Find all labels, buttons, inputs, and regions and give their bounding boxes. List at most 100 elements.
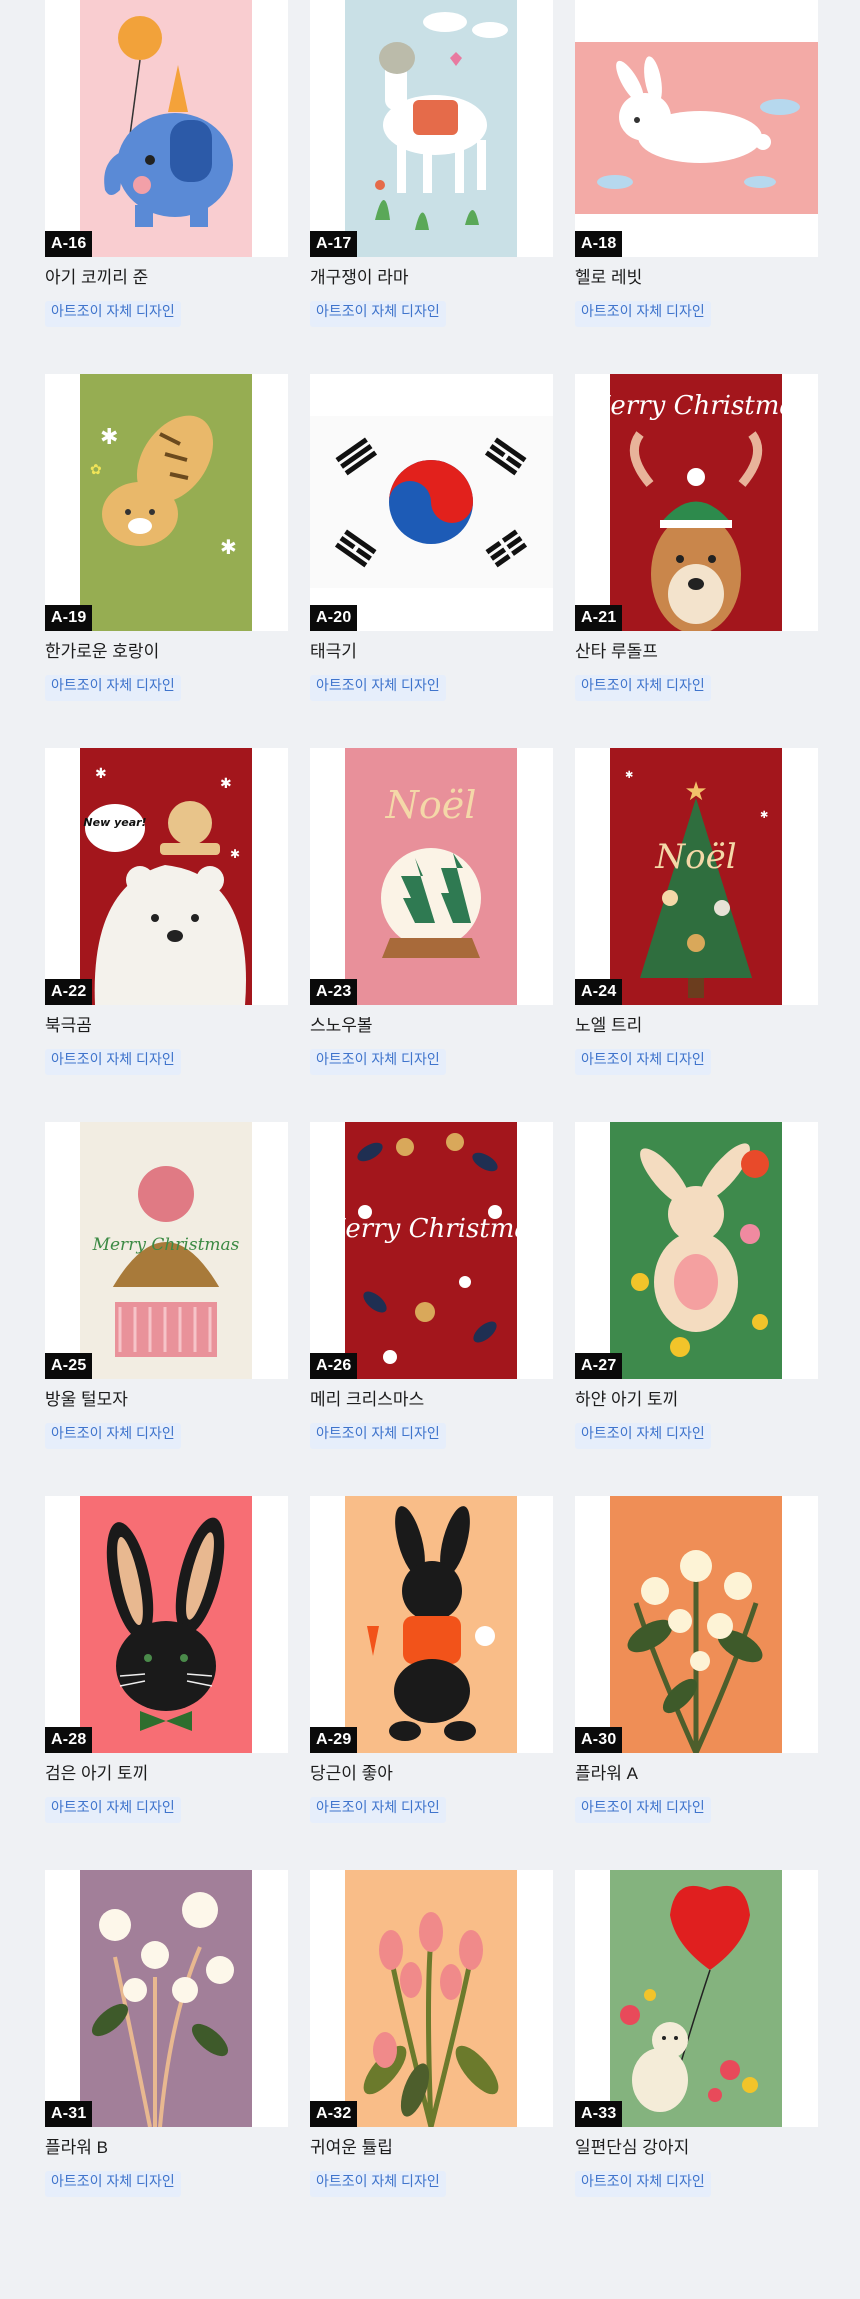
product-card[interactable]: ★ Noël ✱ ✱ A-24 노엘 트리 아트조이 자체 디자인 <box>575 748 818 1122</box>
product-thumbnail[interactable]: A-20 <box>310 374 553 631</box>
merry-christmas-pattern-illustration: Merry Christmas <box>345 1122 517 1379</box>
product-card[interactable]: A-33 일편단심 강아지 아트조이 자체 디자인 <box>575 1870 818 2244</box>
white-baby-rabbit-illustration <box>610 1122 782 1379</box>
product-tag: 아트조이 자체 디자인 <box>310 1797 446 1823</box>
product-thumbnail[interactable]: ★ Noël ✱ ✱ A-24 <box>575 748 818 1005</box>
svg-text:✱: ✱ <box>95 766 107 782</box>
svg-text:✱: ✱ <box>220 776 232 792</box>
product-thumbnail[interactable]: A-31 <box>45 1870 288 2127</box>
product-title[interactable]: 태극기 <box>310 641 553 663</box>
product-tag: 아트조이 자체 디자인 <box>45 1049 181 1075</box>
svg-text:✱: ✱ <box>220 535 237 559</box>
product-code: A-20 <box>310 605 358 631</box>
product-tag: 아트조이 자체 디자인 <box>45 1797 181 1823</box>
product-card[interactable]: ✱ ✱ ✿ A-19 한가로운 호랑이 아트조이 자체 디자인 <box>45 374 288 748</box>
product-card[interactable]: A-28 검은 아기 토끼 아트조이 자체 디자인 <box>45 1496 288 1870</box>
product-title[interactable]: 당근이 좋아 <box>310 1763 553 1785</box>
product-title[interactable]: 하얀 아기 토끼 <box>575 1389 818 1411</box>
product-card[interactable]: A-30 플라워 A 아트조이 자체 디자인 <box>575 1496 818 1870</box>
baby-elephant-illustration <box>80 0 252 257</box>
product-thumbnail[interactable]: Merry Christmas A-25 <box>45 1122 288 1379</box>
product-title[interactable]: 스노우볼 <box>310 1015 553 1037</box>
product-thumbnail[interactable]: ✱ ✱ ✿ A-19 <box>45 374 288 631</box>
product-title[interactable]: 검은 아기 토끼 <box>45 1763 288 1785</box>
polar-bear-illustration: New year! ✱ ✱ ✱ <box>80 748 252 1005</box>
product-title[interactable]: 플라워 A <box>575 1763 818 1785</box>
product-code: A-21 <box>575 605 623 631</box>
product-code: A-17 <box>310 231 358 257</box>
cute-tulip-illustration <box>345 1870 517 2127</box>
product-tag: 아트조이 자체 디자인 <box>45 675 181 701</box>
product-code: A-32 <box>310 2101 358 2127</box>
product-title[interactable]: 개구쟁이 라마 <box>310 267 553 289</box>
product-title[interactable]: 일편단심 강아지 <box>575 2137 818 2159</box>
product-tag: 아트조이 자체 디자인 <box>45 301 181 327</box>
product-thumbnail[interactable]: A-30 <box>575 1496 818 1753</box>
pompom-hat-illustration: Merry Christmas <box>80 1122 252 1379</box>
product-title[interactable]: 북극곰 <box>45 1015 288 1037</box>
product-tag: 아트조이 자체 디자인 <box>575 301 711 327</box>
snow-globe-illustration: Noël <box>345 748 517 1005</box>
product-title[interactable]: 헬로 레빗 <box>575 267 818 289</box>
product-code: A-23 <box>310 979 358 1005</box>
product-tag: 아트조이 자체 디자인 <box>310 1423 446 1449</box>
product-title[interactable]: 산타 루돌프 <box>575 641 818 663</box>
artwork-caption: Merry Christmas <box>92 1235 240 1255</box>
artwork-caption: Noël <box>385 783 477 827</box>
product-card[interactable]: A-16 아기 코끼리 준 아트조이 자체 디자인 <box>45 0 288 374</box>
product-thumbnail[interactable]: A-33 <box>575 1870 818 2127</box>
flower-b-illustration <box>80 1870 252 2127</box>
svg-text:✿: ✿ <box>90 462 102 478</box>
product-thumbnail[interactable]: Merry Christmas A-26 <box>310 1122 553 1379</box>
product-thumbnail[interactable]: A-18 <box>575 0 818 257</box>
product-code: A-27 <box>575 1353 623 1379</box>
product-thumbnail[interactable]: A-17 <box>310 0 553 257</box>
love-carrots-illustration <box>345 1496 517 1753</box>
product-tag: 아트조이 자체 디자인 <box>575 675 711 701</box>
product-card[interactable]: Merry Christmas A-26 메리 크리스마스 아트조이 자체 디자… <box>310 1122 553 1496</box>
product-card[interactable]: A-31 플라워 B 아트조이 자체 디자인 <box>45 1870 288 2244</box>
product-code: A-16 <box>45 231 93 257</box>
product-code: A-24 <box>575 979 623 1005</box>
product-tag: 아트조이 자체 디자인 <box>310 301 446 327</box>
artwork-caption: New year! <box>83 816 146 829</box>
product-code: A-31 <box>45 2101 93 2127</box>
svg-text:✱: ✱ <box>625 770 633 781</box>
svg-text:✱: ✱ <box>100 425 118 450</box>
product-tag: 아트조이 자체 디자인 <box>575 1423 711 1449</box>
product-card[interactable]: A-32 귀여운 튤립 아트조이 자체 디자인 <box>310 1870 553 2244</box>
product-card[interactable]: A-17 개구쟁이 라마 아트조이 자체 디자인 <box>310 0 553 374</box>
product-thumbnail[interactable]: A-27 <box>575 1122 818 1379</box>
product-card[interactable]: A-27 하얀 아기 토끼 아트조이 자체 디자인 <box>575 1122 818 1496</box>
product-card[interactable]: Merry Christmas A-25 방울 털모자 아트조이 자체 디자인 <box>45 1122 288 1496</box>
product-thumbnail[interactable]: A-16 <box>45 0 288 257</box>
product-thumbnail[interactable]: New year! ✱ ✱ ✱ A-22 <box>45 748 288 1005</box>
product-tag: 아트조이 자체 디자인 <box>45 2171 181 2197</box>
product-card[interactable]: Noël A-23 스노우볼 아트조이 자체 디자인 <box>310 748 553 1122</box>
product-code: A-22 <box>45 979 93 1005</box>
product-thumbnail[interactable]: Merry Christmas A-21 <box>575 374 818 631</box>
artwork-caption: Merry Christmas <box>610 391 782 421</box>
product-card[interactable]: New year! ✱ ✱ ✱ A-22 북극곰 아트조이 자체 디자인 <box>45 748 288 1122</box>
artwork-caption: Merry Christmas <box>345 1214 517 1244</box>
product-thumbnail[interactable]: A-28 <box>45 1496 288 1753</box>
product-title[interactable]: 메리 크리스마스 <box>310 1389 553 1411</box>
product-thumbnail[interactable]: A-29 <box>310 1496 553 1753</box>
hello-rabbit-illustration <box>575 42 818 214</box>
product-title[interactable]: 노엘 트리 <box>575 1015 818 1037</box>
product-tag: 아트조이 자체 디자인 <box>310 675 446 701</box>
product-card[interactable]: Merry Christmas A-21 산타 루돌프 아트조이 자체 디자인 <box>575 374 818 748</box>
product-card[interactable]: A-29 당근이 좋아 아트조이 자체 디자인 <box>310 1496 553 1870</box>
product-title[interactable]: 플라워 B <box>45 2137 288 2159</box>
product-card[interactable]: A-18 헬로 레빗 아트조이 자체 디자인 <box>575 0 818 374</box>
product-code: A-29 <box>310 1727 358 1753</box>
product-title[interactable]: 한가로운 호랑이 <box>45 641 288 663</box>
product-title[interactable]: 방울 털모자 <box>45 1389 288 1411</box>
product-tag: 아트조이 자체 디자인 <box>575 2171 711 2197</box>
product-title[interactable]: 귀여운 튤립 <box>310 2137 553 2159</box>
product-card[interactable]: A-20 태극기 아트조이 자체 디자인 <box>310 374 553 748</box>
noel-tree-illustration: ★ Noël ✱ ✱ <box>610 748 782 1005</box>
product-thumbnail[interactable]: Noël A-23 <box>310 748 553 1005</box>
product-thumbnail[interactable]: A-32 <box>310 1870 553 2127</box>
product-title[interactable]: 아기 코끼리 준 <box>45 267 288 289</box>
